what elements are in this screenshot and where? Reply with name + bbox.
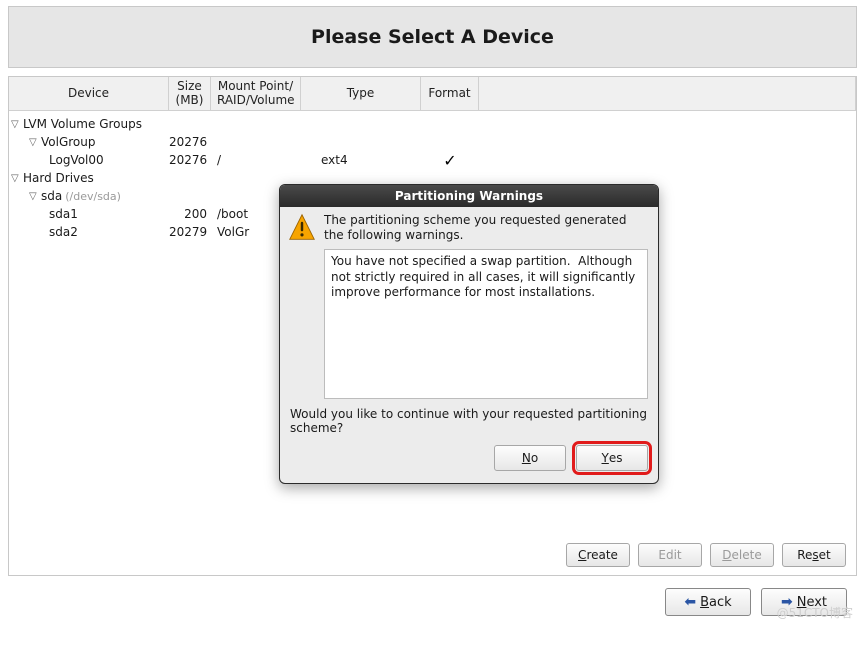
warning-textarea[interactable]: You have not specified a swap partition.… [324, 249, 648, 399]
page-title: Please Select A Device [311, 26, 554, 48]
nav-row: ⬅ Back ➡ Next [8, 576, 857, 616]
col-type[interactable]: Type [301, 77, 421, 110]
create-button[interactable]: Create [566, 543, 630, 567]
reset-button[interactable]: Reset [782, 543, 846, 567]
table-header: Device Size (MB) Mount Point/ RAID/Volum… [9, 77, 856, 111]
caret-down-icon[interactable]: ▽ [11, 119, 21, 130]
partition-panel: Device Size (MB) Mount Point/ RAID/Volum… [8, 76, 857, 576]
yes-button[interactable]: Yes [576, 445, 648, 471]
back-button[interactable]: ⬅ Back [665, 588, 751, 616]
arrow-right-icon: ➡ [781, 594, 793, 610]
dialog-question: Would you like to continue with your req… [290, 407, 648, 435]
caret-down-icon[interactable]: ▽ [11, 173, 21, 184]
row-lvm-header[interactable]: ▽LVM Volume Groups [9, 115, 856, 133]
edit-button: Edit [638, 543, 702, 567]
col-size[interactable]: Size (MB) [169, 77, 211, 110]
delete-button: Delete [710, 543, 774, 567]
col-format[interactable]: Format [421, 77, 479, 110]
no-button[interactable]: No [494, 445, 566, 471]
row-volgroup[interactable]: ▽VolGroup 20276 [9, 133, 856, 151]
warning-icon [288, 213, 316, 241]
arrow-left-icon: ⬅ [684, 594, 696, 610]
action-row: Create Edit Delete Reset [566, 543, 846, 567]
row-logvol00[interactable]: LogVol00 20276 / ext4 ✓ [9, 151, 856, 169]
caret-down-icon[interactable]: ▽ [29, 137, 39, 148]
partitioning-warnings-dialog: Partitioning Warnings The partitioning s… [279, 184, 659, 484]
title-panel: Please Select A Device [8, 6, 857, 68]
col-device[interactable]: Device [9, 77, 169, 110]
caret-down-icon[interactable]: ▽ [29, 191, 39, 202]
dialog-message: The partitioning scheme you requested ge… [324, 213, 648, 243]
dialog-title: Partitioning Warnings [280, 185, 658, 207]
next-button[interactable]: ➡ Next [761, 588, 847, 616]
col-mount[interactable]: Mount Point/ RAID/Volume [211, 77, 301, 110]
check-icon: ✓ [443, 151, 456, 170]
